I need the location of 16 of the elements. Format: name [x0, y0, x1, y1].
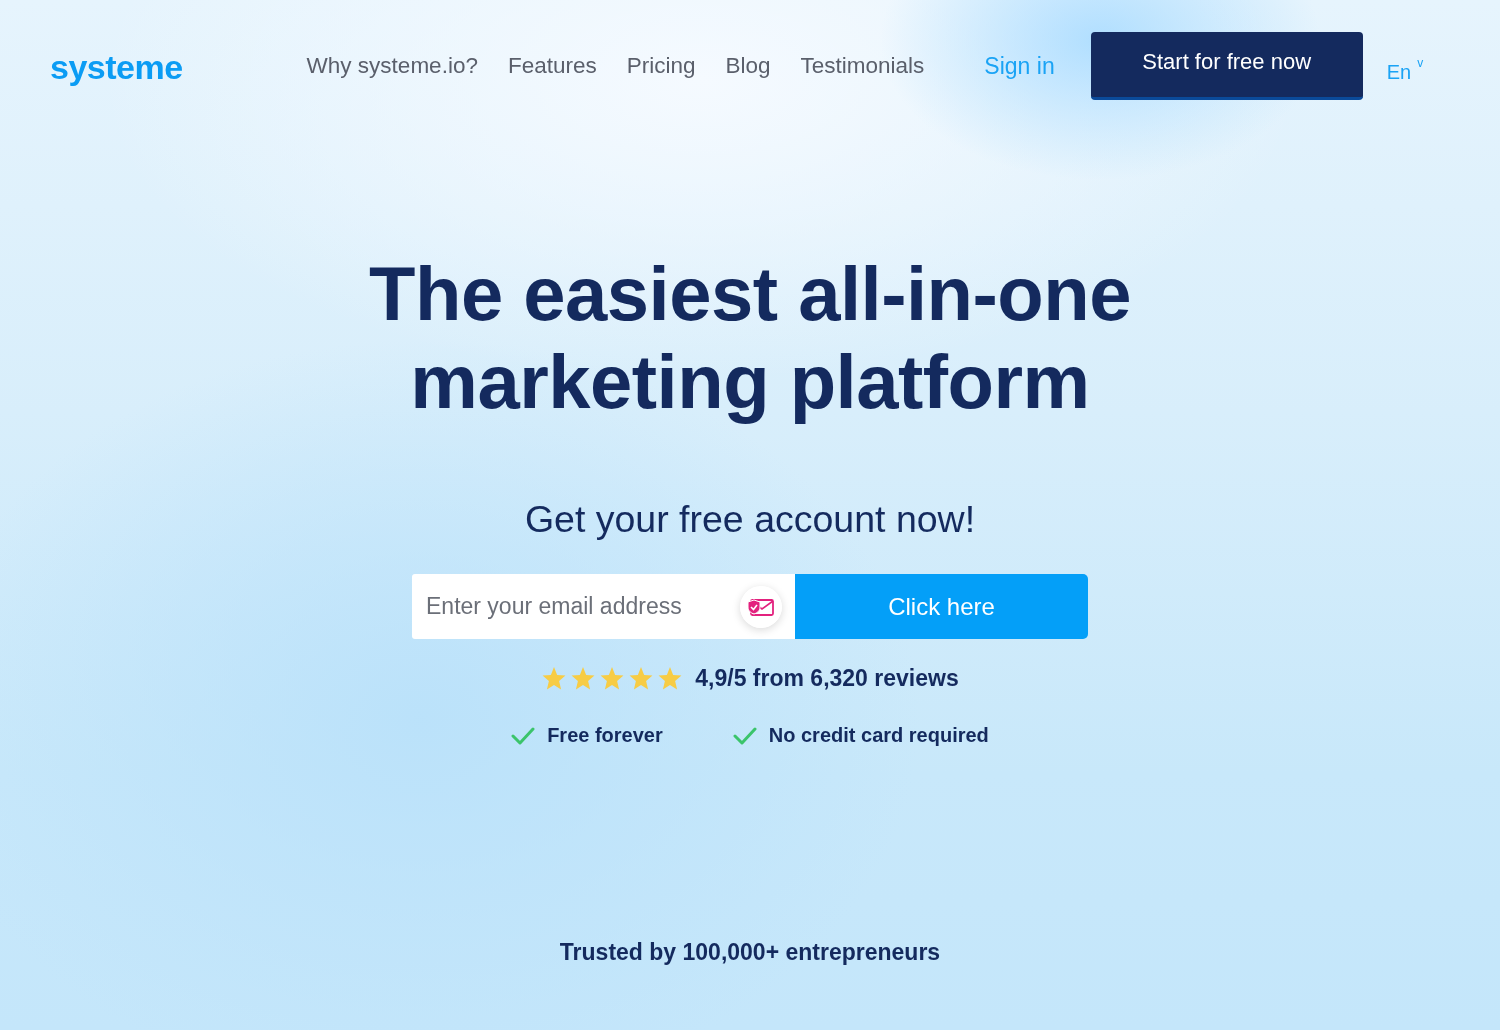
nav-link[interactable]: Blog	[725, 53, 771, 79]
check-icon	[732, 726, 757, 745]
secure-mail-icon	[740, 586, 782, 628]
hero-title: The easiest all-in-one marketing platform	[368, 250, 1132, 426]
nav-link[interactable]: Why systeme.io?	[306, 53, 478, 79]
nav-link[interactable]: Pricing	[626, 53, 696, 79]
email-field[interactable]: Enter your email address	[412, 574, 795, 639]
benefit-text: Free forever	[547, 724, 663, 747]
nav-link[interactable]: Features	[507, 53, 597, 79]
trusted-text: Trusted by 100,000+ entrepreneurs	[559, 939, 941, 966]
hero-subtitle: Get your free account now!	[524, 497, 976, 542]
nav-link[interactable]: Testimonials	[800, 53, 925, 79]
benefit-text: No credit card required	[768, 724, 989, 747]
start-free-button[interactable]: Start for free now	[1090, 31, 1363, 100]
rating-text: 4,9/5 from 6,320 reviews	[695, 665, 959, 692]
check-icon	[511, 726, 536, 745]
